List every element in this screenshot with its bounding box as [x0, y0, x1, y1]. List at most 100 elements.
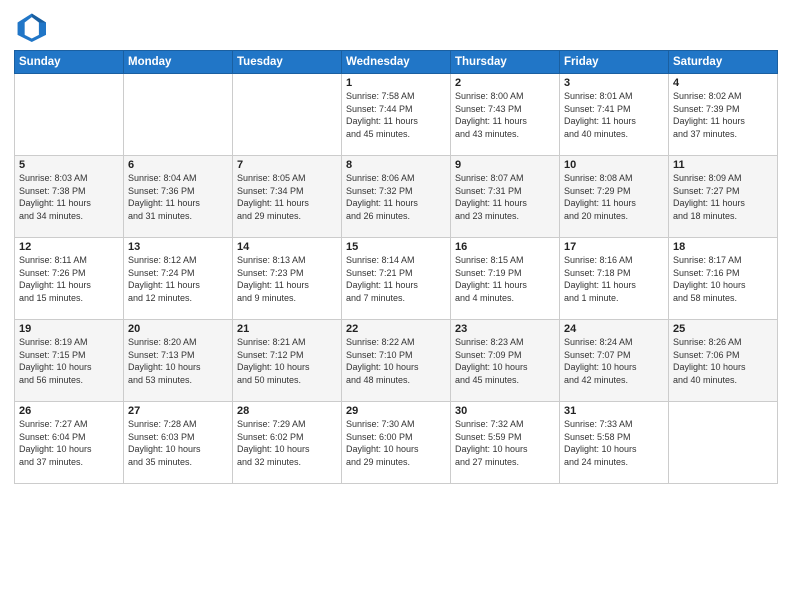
day-info: Sunrise: 8:17 AM Sunset: 7:16 PM Dayligh… — [673, 254, 773, 304]
day-info: Sunrise: 7:30 AM Sunset: 6:00 PM Dayligh… — [346, 418, 446, 468]
col-tuesday: Tuesday — [233, 51, 342, 74]
day-info: Sunrise: 7:58 AM Sunset: 7:44 PM Dayligh… — [346, 90, 446, 140]
table-row: 10Sunrise: 8:08 AM Sunset: 7:29 PM Dayli… — [560, 156, 669, 238]
table-row: 2Sunrise: 8:00 AM Sunset: 7:43 PM Daylig… — [451, 74, 560, 156]
day-info: Sunrise: 8:08 AM Sunset: 7:29 PM Dayligh… — [564, 172, 664, 222]
day-number: 27 — [128, 405, 228, 417]
table-row: 20Sunrise: 8:20 AM Sunset: 7:13 PM Dayli… — [124, 320, 233, 402]
day-number: 26 — [19, 405, 119, 417]
day-info: Sunrise: 8:19 AM Sunset: 7:15 PM Dayligh… — [19, 336, 119, 386]
table-row: 5Sunrise: 8:03 AM Sunset: 7:38 PM Daylig… — [15, 156, 124, 238]
calendar-table: Sunday Monday Tuesday Wednesday Thursday… — [14, 50, 778, 484]
day-number: 16 — [455, 241, 555, 253]
table-row: 11Sunrise: 8:09 AM Sunset: 7:27 PM Dayli… — [669, 156, 778, 238]
col-friday: Friday — [560, 51, 669, 74]
day-number: 15 — [346, 241, 446, 253]
calendar-week-row: 19Sunrise: 8:19 AM Sunset: 7:15 PM Dayli… — [15, 320, 778, 402]
day-number: 4 — [673, 77, 773, 89]
day-number: 14 — [237, 241, 337, 253]
day-info: Sunrise: 8:04 AM Sunset: 7:36 PM Dayligh… — [128, 172, 228, 222]
table-row: 19Sunrise: 8:19 AM Sunset: 7:15 PM Dayli… — [15, 320, 124, 402]
table-row: 30Sunrise: 7:32 AM Sunset: 5:59 PM Dayli… — [451, 402, 560, 484]
day-number: 19 — [19, 323, 119, 335]
day-number: 22 — [346, 323, 446, 335]
day-number: 9 — [455, 159, 555, 171]
table-row: 7Sunrise: 8:05 AM Sunset: 7:34 PM Daylig… — [233, 156, 342, 238]
day-info: Sunrise: 8:07 AM Sunset: 7:31 PM Dayligh… — [455, 172, 555, 222]
day-number: 30 — [455, 405, 555, 417]
day-info: Sunrise: 8:06 AM Sunset: 7:32 PM Dayligh… — [346, 172, 446, 222]
col-thursday: Thursday — [451, 51, 560, 74]
day-number: 31 — [564, 405, 664, 417]
day-info: Sunrise: 8:12 AM Sunset: 7:24 PM Dayligh… — [128, 254, 228, 304]
day-info: Sunrise: 8:02 AM Sunset: 7:39 PM Dayligh… — [673, 90, 773, 140]
header — [14, 10, 778, 42]
table-row: 31Sunrise: 7:33 AM Sunset: 5:58 PM Dayli… — [560, 402, 669, 484]
day-info: Sunrise: 8:09 AM Sunset: 7:27 PM Dayligh… — [673, 172, 773, 222]
day-info: Sunrise: 8:22 AM Sunset: 7:10 PM Dayligh… — [346, 336, 446, 386]
table-row: 21Sunrise: 8:21 AM Sunset: 7:12 PM Dayli… — [233, 320, 342, 402]
col-wednesday: Wednesday — [342, 51, 451, 74]
table-row: 29Sunrise: 7:30 AM Sunset: 6:00 PM Dayli… — [342, 402, 451, 484]
day-number: 13 — [128, 241, 228, 253]
day-number: 23 — [455, 323, 555, 335]
day-info: Sunrise: 8:21 AM Sunset: 7:12 PM Dayligh… — [237, 336, 337, 386]
day-number: 18 — [673, 241, 773, 253]
table-row: 24Sunrise: 8:24 AM Sunset: 7:07 PM Dayli… — [560, 320, 669, 402]
table-row — [669, 402, 778, 484]
day-number: 8 — [346, 159, 446, 171]
col-saturday: Saturday — [669, 51, 778, 74]
day-info: Sunrise: 8:26 AM Sunset: 7:06 PM Dayligh… — [673, 336, 773, 386]
table-row: 6Sunrise: 8:04 AM Sunset: 7:36 PM Daylig… — [124, 156, 233, 238]
calendar-week-row: 1Sunrise: 7:58 AM Sunset: 7:44 PM Daylig… — [15, 74, 778, 156]
day-number: 1 — [346, 77, 446, 89]
day-number: 6 — [128, 159, 228, 171]
day-number: 12 — [19, 241, 119, 253]
logo-icon — [14, 10, 46, 42]
day-info: Sunrise: 8:16 AM Sunset: 7:18 PM Dayligh… — [564, 254, 664, 304]
calendar-week-row: 12Sunrise: 8:11 AM Sunset: 7:26 PM Dayli… — [15, 238, 778, 320]
day-number: 7 — [237, 159, 337, 171]
day-number: 21 — [237, 323, 337, 335]
day-info: Sunrise: 8:20 AM Sunset: 7:13 PM Dayligh… — [128, 336, 228, 386]
table-row: 16Sunrise: 8:15 AM Sunset: 7:19 PM Dayli… — [451, 238, 560, 320]
col-sunday: Sunday — [15, 51, 124, 74]
table-row — [233, 74, 342, 156]
table-row: 1Sunrise: 7:58 AM Sunset: 7:44 PM Daylig… — [342, 74, 451, 156]
day-info: Sunrise: 7:33 AM Sunset: 5:58 PM Dayligh… — [564, 418, 664, 468]
table-row — [15, 74, 124, 156]
calendar-week-row: 26Sunrise: 7:27 AM Sunset: 6:04 PM Dayli… — [15, 402, 778, 484]
day-info: Sunrise: 7:27 AM Sunset: 6:04 PM Dayligh… — [19, 418, 119, 468]
table-row: 22Sunrise: 8:22 AM Sunset: 7:10 PM Dayli… — [342, 320, 451, 402]
day-number: 2 — [455, 77, 555, 89]
table-row: 9Sunrise: 8:07 AM Sunset: 7:31 PM Daylig… — [451, 156, 560, 238]
day-info: Sunrise: 8:00 AM Sunset: 7:43 PM Dayligh… — [455, 90, 555, 140]
day-number: 11 — [673, 159, 773, 171]
day-number: 10 — [564, 159, 664, 171]
table-row: 25Sunrise: 8:26 AM Sunset: 7:06 PM Dayli… — [669, 320, 778, 402]
day-info: Sunrise: 8:05 AM Sunset: 7:34 PM Dayligh… — [237, 172, 337, 222]
day-number: 25 — [673, 323, 773, 335]
day-number: 24 — [564, 323, 664, 335]
day-info: Sunrise: 8:13 AM Sunset: 7:23 PM Dayligh… — [237, 254, 337, 304]
calendar-header-row: Sunday Monday Tuesday Wednesday Thursday… — [15, 51, 778, 74]
table-row: 3Sunrise: 8:01 AM Sunset: 7:41 PM Daylig… — [560, 74, 669, 156]
day-info: Sunrise: 7:32 AM Sunset: 5:59 PM Dayligh… — [455, 418, 555, 468]
table-row: 26Sunrise: 7:27 AM Sunset: 6:04 PM Dayli… — [15, 402, 124, 484]
table-row: 18Sunrise: 8:17 AM Sunset: 7:16 PM Dayli… — [669, 238, 778, 320]
day-number: 20 — [128, 323, 228, 335]
table-row: 23Sunrise: 8:23 AM Sunset: 7:09 PM Dayli… — [451, 320, 560, 402]
day-info: Sunrise: 8:11 AM Sunset: 7:26 PM Dayligh… — [19, 254, 119, 304]
day-info: Sunrise: 8:15 AM Sunset: 7:19 PM Dayligh… — [455, 254, 555, 304]
table-row: 4Sunrise: 8:02 AM Sunset: 7:39 PM Daylig… — [669, 74, 778, 156]
table-row: 27Sunrise: 7:28 AM Sunset: 6:03 PM Dayli… — [124, 402, 233, 484]
table-row — [124, 74, 233, 156]
day-number: 28 — [237, 405, 337, 417]
day-info: Sunrise: 7:29 AM Sunset: 6:02 PM Dayligh… — [237, 418, 337, 468]
day-info: Sunrise: 8:24 AM Sunset: 7:07 PM Dayligh… — [564, 336, 664, 386]
day-number: 5 — [19, 159, 119, 171]
page: Sunday Monday Tuesday Wednesday Thursday… — [0, 0, 792, 612]
day-info: Sunrise: 8:23 AM Sunset: 7:09 PM Dayligh… — [455, 336, 555, 386]
day-info: Sunrise: 8:01 AM Sunset: 7:41 PM Dayligh… — [564, 90, 664, 140]
table-row: 15Sunrise: 8:14 AM Sunset: 7:21 PM Dayli… — [342, 238, 451, 320]
